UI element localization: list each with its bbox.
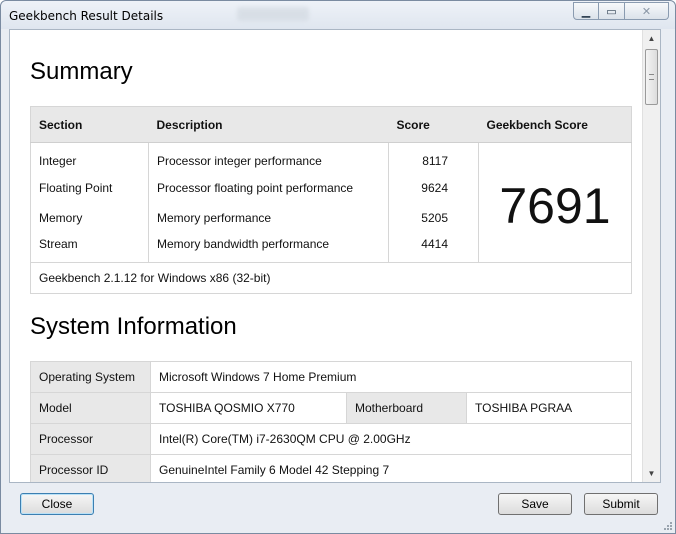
row-section: Floating Point bbox=[30, 172, 149, 203]
result-details-window: Geekbench Result Details ▁ ▭ ✕ Summary S… bbox=[0, 0, 676, 534]
save-button[interactable]: Save bbox=[498, 493, 572, 515]
processor-label: Processor bbox=[30, 423, 151, 455]
grip-icon bbox=[649, 74, 654, 80]
os-label: Operating System bbox=[30, 361, 151, 393]
maximize-button[interactable]: ▭ bbox=[599, 2, 625, 20]
row-description: Memory performance bbox=[148, 202, 389, 233]
geekbench-score: 7691 bbox=[499, 177, 611, 234]
row-score: 8117 bbox=[388, 142, 479, 173]
sysinfo-row: Processor Intel(R) Core(TM) i7-2630QM CP… bbox=[30, 423, 632, 455]
sysinfo-row: Model TOSHIBA QOSMIO X770 Motherboard TO… bbox=[30, 392, 632, 424]
vertical-scrollbar[interactable]: ▲ ▼ bbox=[642, 30, 660, 482]
motherboard-value: TOSHIBA PGRAA bbox=[466, 392, 632, 424]
model-label: Model bbox=[30, 392, 151, 424]
row-score: 4414 bbox=[388, 232, 479, 263]
close-icon: ✕ bbox=[641, 5, 652, 18]
scroll-up-button[interactable]: ▲ bbox=[643, 30, 660, 47]
system-info-table: Operating System Microsoft Windows 7 Hom… bbox=[30, 361, 632, 482]
processor-id-label: Processor ID bbox=[30, 454, 151, 482]
scroll-down-button[interactable]: ▼ bbox=[643, 465, 660, 482]
scroll-thumb[interactable] bbox=[645, 49, 658, 105]
processor-id-value: GenuineIntel Family 6 Model 42 Stepping … bbox=[150, 454, 632, 482]
resize-grip-icon[interactable] bbox=[662, 520, 672, 530]
row-score: 5205 bbox=[388, 202, 479, 233]
model-value: TOSHIBA QOSMIO X770 bbox=[150, 392, 347, 424]
system-information-heading: System Information bbox=[30, 313, 237, 340]
title-bar-blur bbox=[237, 7, 309, 21]
version-row: Geekbench 2.1.12 for Windows x86 (32-bit… bbox=[30, 262, 632, 294]
summary-header-row: Section Description Score Geekbench Scor… bbox=[30, 106, 632, 143]
caption-buttons: ▁ ▭ ✕ bbox=[573, 2, 669, 20]
close-button[interactable]: Close bbox=[20, 493, 94, 515]
title-bar[interactable]: Geekbench Result Details ▁ ▭ ✕ bbox=[1, 1, 675, 29]
arrow-down-icon: ▼ bbox=[647, 469, 656, 478]
description-header: Description bbox=[148, 106, 389, 143]
summary-table: Section Description Score Geekbench Scor… bbox=[30, 106, 632, 294]
arrow-up-icon: ▲ bbox=[647, 34, 656, 43]
row-description: Memory bandwidth performance bbox=[148, 232, 389, 263]
geekbench-score-header: Geekbench Score bbox=[478, 106, 632, 143]
version-text: Geekbench 2.1.12 for Windows x86 (32-bit… bbox=[30, 262, 632, 294]
summary-heading: Summary bbox=[30, 58, 133, 85]
os-value: Microsoft Windows 7 Home Premium bbox=[150, 361, 632, 393]
section-header: Section bbox=[30, 106, 149, 143]
row-score: 9624 bbox=[388, 172, 479, 203]
summary-row: Integer Processor integer performance 81… bbox=[30, 142, 632, 234]
submit-button[interactable]: Submit bbox=[584, 493, 658, 515]
maximize-icon: ▭ bbox=[606, 5, 617, 18]
row-section: Stream bbox=[30, 232, 149, 263]
minimize-button[interactable]: ▁ bbox=[573, 2, 599, 20]
row-description: Processor floating point performance bbox=[148, 172, 389, 203]
row-description: Processor integer performance bbox=[148, 142, 389, 173]
processor-value: Intel(R) Core(TM) i7-2630QM CPU @ 2.00GH… bbox=[150, 423, 632, 455]
window-close-button[interactable]: ✕ bbox=[625, 2, 669, 20]
row-section: Memory bbox=[30, 202, 149, 233]
sysinfo-row: Operating System Microsoft Windows 7 Hom… bbox=[30, 361, 632, 393]
window-title: Geekbench Result Details bbox=[9, 9, 164, 23]
sysinfo-row: Processor ID GenuineIntel Family 6 Model… bbox=[30, 454, 632, 482]
score-header: Score bbox=[388, 106, 479, 143]
minimize-icon: ▁ bbox=[581, 5, 591, 18]
results-view[interactable]: Summary Section Description Score Geekbe… bbox=[9, 29, 661, 483]
motherboard-label: Motherboard bbox=[346, 392, 467, 424]
row-section: Integer bbox=[30, 142, 149, 173]
